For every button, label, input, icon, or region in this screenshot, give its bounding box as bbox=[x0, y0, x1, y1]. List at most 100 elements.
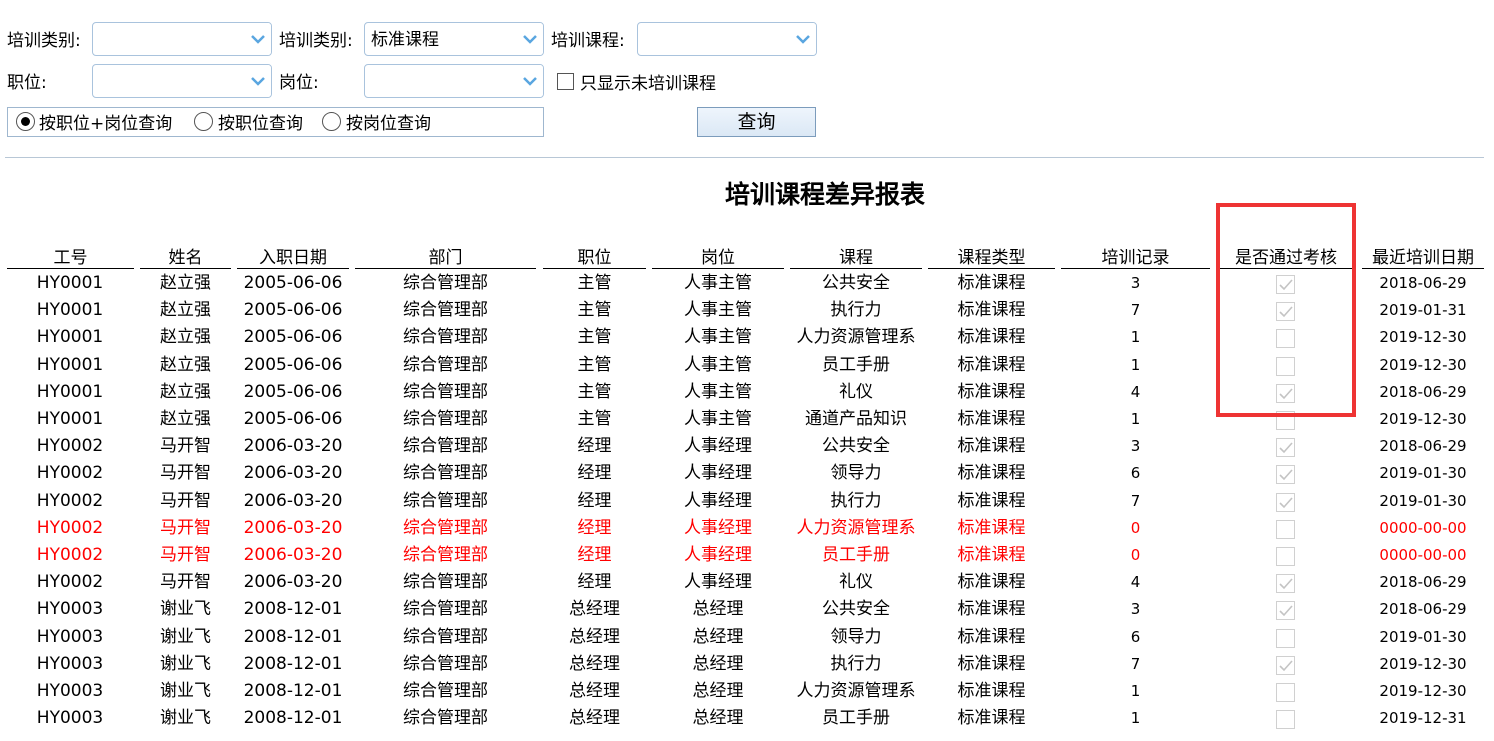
cell-course: 执行力 bbox=[830, 653, 882, 674]
query-mode-post-radio[interactable] bbox=[322, 112, 341, 131]
query-mode-position-radio[interactable] bbox=[194, 112, 213, 131]
cell-post: 总经理 bbox=[692, 626, 744, 647]
chevron-down-icon[interactable] bbox=[517, 65, 543, 97]
passed-checkbox[interactable] bbox=[1276, 356, 1295, 376]
cell-employee-id: HY0001 bbox=[36, 354, 104, 375]
cell-training-records: 6 bbox=[1130, 464, 1141, 483]
passed-checkbox-checked[interactable] bbox=[1276, 302, 1295, 322]
cell-course: 员工手册 bbox=[822, 354, 890, 375]
cell-employee-id: HY0001 bbox=[36, 381, 104, 402]
passed-checkbox-checked[interactable] bbox=[1276, 383, 1295, 403]
passed-checkbox-checked[interactable] bbox=[1276, 492, 1295, 512]
chevron-down-icon[interactable] bbox=[245, 23, 271, 55]
passed-checkbox-checked[interactable] bbox=[1276, 275, 1295, 294]
cell-department: 综合管理部 bbox=[403, 354, 488, 375]
cell-training-records: 1 bbox=[1130, 709, 1141, 728]
cell-name: 赵立强 bbox=[160, 409, 211, 429]
query-mode-post-label[interactable]: 按岗位查询 bbox=[346, 114, 431, 134]
passed-checkbox-checked[interactable] bbox=[1276, 574, 1295, 594]
cell-position: 经理 bbox=[577, 436, 612, 457]
passed-checkbox-checked[interactable] bbox=[1276, 438, 1295, 458]
cell-last-training-date: 2019-01-30 bbox=[1379, 627, 1467, 646]
chevron-down-icon[interactable] bbox=[245, 65, 271, 97]
cell-course: 人力资源管理系 bbox=[796, 327, 916, 348]
cell-course: 人力资源管理系 bbox=[796, 517, 916, 538]
training-category-1-select[interactable] bbox=[92, 22, 272, 56]
cell-name: 谢业飞 bbox=[160, 626, 211, 647]
checkmark-icon bbox=[1279, 660, 1293, 671]
cell-last-training-date: 2019-12-30 bbox=[1379, 654, 1467, 673]
cell-name: 赵立强 bbox=[160, 300, 211, 321]
chevron-down-icon[interactable] bbox=[517, 23, 543, 55]
cell-post: 人事主管 bbox=[684, 354, 752, 375]
cell-course-type: 标准课程 bbox=[957, 681, 1026, 701]
cell-name: 谢业飞 bbox=[160, 599, 211, 620]
passed-checkbox[interactable] bbox=[1276, 628, 1295, 648]
cell-hire-date: 2005-06-06 bbox=[243, 354, 343, 375]
cell-course: 领导力 bbox=[830, 463, 882, 484]
table-row: HY0002 马开智 2006-03-20 综合管理部 经理 人事经理 员工手册 标准课程 0 0… bbox=[0, 542, 1494, 569]
passed-checkbox[interactable] bbox=[1276, 519, 1295, 539]
cell-training-records: 3 bbox=[1130, 437, 1141, 456]
cell-hire-date: 2008-12-01 bbox=[243, 708, 343, 729]
cell-department: 综合管理部 bbox=[403, 517, 488, 538]
passed-checkbox[interactable] bbox=[1276, 683, 1295, 702]
cell-post: 人事经理 bbox=[684, 490, 752, 511]
cell-training-records: 1 bbox=[1130, 410, 1141, 428]
chevron-down-icon[interactable] bbox=[790, 23, 816, 55]
table-row: HY0002 马开智 2006-03-20 综合管理部 经理 人事经理 执行力 标准课程 7 20… bbox=[0, 488, 1494, 515]
cell-post: 人事经理 bbox=[684, 545, 752, 565]
query-mode-position-post-radio[interactable] bbox=[16, 112, 35, 131]
cell-department: 综合管理部 bbox=[403, 708, 488, 729]
cell-course-type: 标准课程 bbox=[957, 572, 1026, 593]
cell-last-training-date: 2018-06-29 bbox=[1379, 382, 1467, 401]
cell-last-training-date: 2018-06-29 bbox=[1379, 573, 1467, 592]
training-category-2-select[interactable]: 标准课程 bbox=[364, 22, 544, 56]
passed-checkbox[interactable] bbox=[1276, 411, 1295, 430]
passed-checkbox[interactable] bbox=[1276, 547, 1295, 566]
cell-post: 总经理 bbox=[692, 599, 744, 620]
filter-divider bbox=[5, 157, 1484, 158]
only-untrained-label[interactable]: 只显示未培训课程 bbox=[580, 74, 716, 94]
training-course-select[interactable] bbox=[637, 22, 817, 56]
checkmark-icon bbox=[1279, 497, 1293, 508]
cell-training-records: 6 bbox=[1130, 627, 1141, 646]
only-untrained-checkbox[interactable] bbox=[557, 73, 574, 90]
cell-last-training-date: 2018-06-29 bbox=[1379, 600, 1467, 619]
cell-course-type: 标准课程 bbox=[957, 653, 1026, 674]
query-mode-position-post-label[interactable]: 按职位+岗位查询 bbox=[39, 114, 172, 134]
cell-employee-id: HY0002 bbox=[36, 545, 104, 565]
cell-employee-id: HY0003 bbox=[36, 599, 104, 620]
passed-checkbox[interactable] bbox=[1276, 329, 1295, 349]
cell-department: 综合管理部 bbox=[403, 572, 488, 593]
cell-post: 人事经理 bbox=[684, 463, 752, 484]
cell-course: 礼仪 bbox=[839, 572, 873, 593]
cell-hire-date: 2005-06-06 bbox=[243, 409, 343, 429]
cell-employee-id: HY0001 bbox=[36, 327, 104, 348]
passed-checkbox-checked[interactable] bbox=[1276, 655, 1295, 675]
passed-checkbox[interactable] bbox=[1276, 710, 1295, 730]
table-row: HY0002 马开智 2006-03-20 综合管理部 经理 人事经理 公共安全 标准课程 3 2… bbox=[0, 433, 1494, 460]
query-button[interactable]: 查询 bbox=[697, 107, 816, 137]
cell-name: 谢业飞 bbox=[160, 681, 211, 701]
cell-course-type: 标准课程 bbox=[957, 436, 1026, 457]
cell-name: 谢业飞 bbox=[160, 653, 211, 674]
passed-checkbox-checked[interactable] bbox=[1276, 465, 1295, 485]
cell-name: 马开智 bbox=[160, 436, 211, 457]
query-mode-position-label[interactable]: 按职位查询 bbox=[218, 114, 303, 134]
cell-name: 马开智 bbox=[160, 572, 211, 593]
cell-training-records: 1 bbox=[1130, 355, 1141, 374]
col-header-department: 部门 bbox=[355, 248, 536, 269]
col-header-last-training-date: 最近培训日期 bbox=[1362, 248, 1484, 269]
cell-training-records: 7 bbox=[1130, 491, 1141, 510]
position-select[interactable] bbox=[92, 64, 272, 98]
cell-course-type: 标准课程 bbox=[957, 490, 1026, 511]
cell-post: 人事主管 bbox=[684, 327, 752, 348]
table-row: HY0001 赵立强 2005-06-06 综合管理部 主管 人事主管 礼仪 标准课程 4 201… bbox=[0, 379, 1494, 406]
table-row: HY0003 谢业飞 2008-12-01 综合管理部 总经理 总经理 公共安全 标准课程 3 2… bbox=[0, 596, 1494, 623]
col-header-training-records: 培训记录 bbox=[1061, 248, 1210, 269]
cell-post: 人事经理 bbox=[684, 517, 752, 538]
passed-checkbox-checked[interactable] bbox=[1276, 601, 1295, 621]
post-select[interactable] bbox=[364, 64, 544, 98]
training-category-1-label: 培训类别: bbox=[7, 31, 81, 51]
